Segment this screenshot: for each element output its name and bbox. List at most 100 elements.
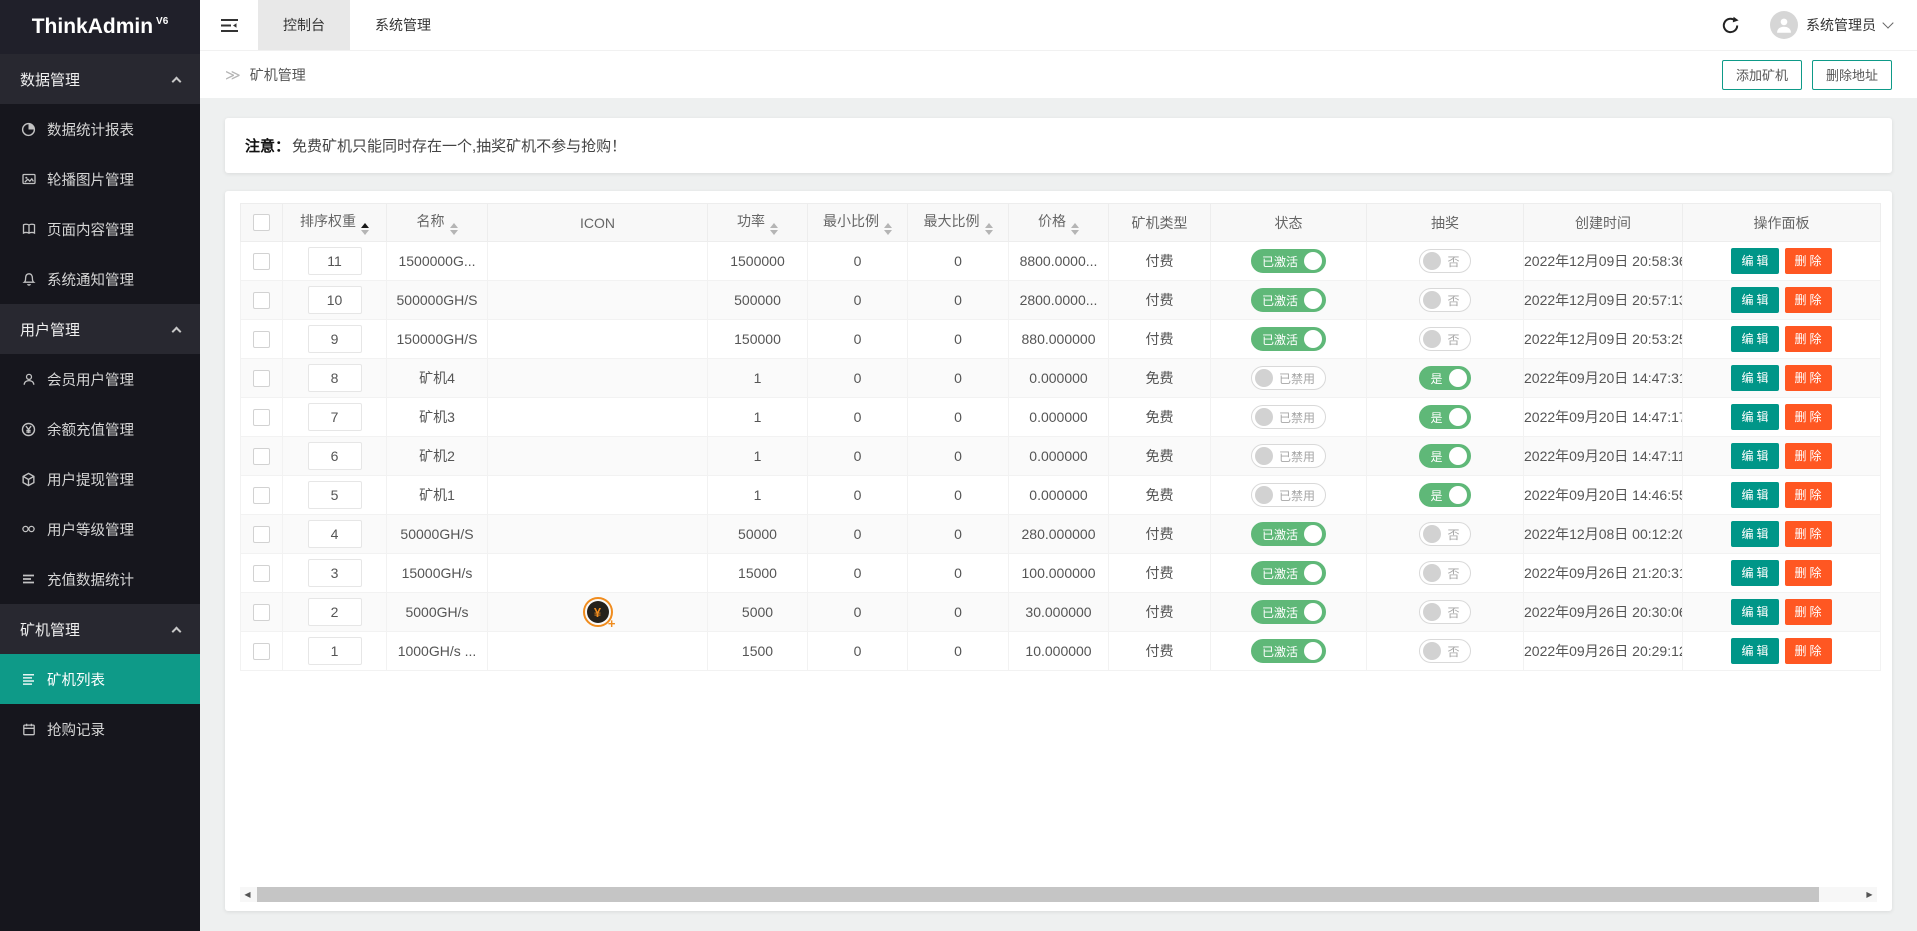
sidebar-item[interactable]: 页面内容管理: [0, 204, 200, 254]
delete-button[interactable]: 删除: [1785, 599, 1832, 625]
collapse-sidebar-icon[interactable]: [200, 0, 258, 50]
sort-weight-input[interactable]: 1: [308, 637, 362, 665]
sort-weight-input[interactable]: 10: [308, 286, 362, 314]
status-toggle[interactable]: 已激活: [1251, 639, 1326, 663]
sidebar-item[interactable]: 用户等级管理: [0, 504, 200, 554]
user-menu[interactable]: 系统管理员: [1770, 11, 1892, 39]
sort-icons[interactable]: [985, 223, 993, 235]
column-header-min_ratio[interactable]: 最小比例: [808, 204, 908, 242]
lottery-toggle[interactable]: 否: [1419, 288, 1470, 312]
delete-button[interactable]: 删除: [1785, 287, 1832, 313]
sidebar-item[interactable]: 抢购记录: [0, 704, 200, 754]
edit-button[interactable]: 编辑: [1731, 482, 1778, 508]
sort-weight-input[interactable]: 8: [308, 364, 362, 392]
sort-icons[interactable]: [450, 223, 458, 235]
sort-icons[interactable]: [884, 223, 892, 235]
row-checkbox[interactable]: [253, 370, 270, 387]
delete-button[interactable]: 删除: [1785, 638, 1832, 664]
edit-button[interactable]: 编辑: [1731, 521, 1778, 547]
lottery-toggle[interactable]: 是: [1419, 483, 1470, 507]
sidebar-section-header[interactable]: 数据管理: [0, 54, 200, 104]
column-header-name[interactable]: 名称: [387, 204, 488, 242]
row-checkbox[interactable]: [253, 526, 270, 543]
lottery-toggle[interactable]: 否: [1419, 249, 1470, 273]
sidebar-item[interactable]: 系统通知管理: [0, 254, 200, 304]
lottery-toggle[interactable]: 否: [1419, 600, 1470, 624]
sidebar-item[interactable]: 会员用户管理: [0, 354, 200, 404]
row-checkbox[interactable]: [253, 448, 270, 465]
lottery-toggle[interactable]: 否: [1419, 522, 1470, 546]
lottery-toggle[interactable]: 是: [1419, 444, 1470, 468]
sidebar-item[interactable]: 数据统计报表: [0, 104, 200, 154]
column-header-max_ratio[interactable]: 最大比例: [908, 204, 1009, 242]
delete-button[interactable]: 删除: [1785, 326, 1832, 352]
edit-button[interactable]: 编辑: [1731, 248, 1778, 274]
sidebar-item[interactable]: 轮播图片管理: [0, 154, 200, 204]
status-toggle[interactable]: 已激活: [1251, 561, 1326, 585]
delete-button[interactable]: 删除: [1785, 365, 1832, 391]
status-toggle[interactable]: 已激活: [1251, 327, 1326, 351]
sort-icons[interactable]: [770, 223, 778, 235]
lottery-toggle[interactable]: 是: [1419, 366, 1470, 390]
status-toggle[interactable]: 已禁用: [1251, 366, 1326, 390]
edit-button[interactable]: 编辑: [1731, 560, 1778, 586]
lottery-toggle[interactable]: 否: [1419, 639, 1470, 663]
sort-weight-input[interactable]: 7: [308, 403, 362, 431]
sort-weight-input[interactable]: 2: [308, 598, 362, 626]
delete-button[interactable]: 删除: [1785, 521, 1832, 547]
edit-button[interactable]: 编辑: [1731, 599, 1778, 625]
sort-weight-input[interactable]: 5: [308, 481, 362, 509]
sort-icons[interactable]: [1071, 223, 1079, 235]
sort-weight-input[interactable]: 3: [308, 559, 362, 587]
edit-button[interactable]: 编辑: [1731, 404, 1778, 430]
column-header-price[interactable]: 价格: [1009, 204, 1109, 242]
sort-icons[interactable]: [361, 223, 369, 235]
sort-weight-input[interactable]: 11: [308, 247, 362, 275]
sidebar-item[interactable]: 矿机列表: [0, 654, 200, 704]
scrollbar-thumb[interactable]: [257, 887, 1819, 902]
status-toggle[interactable]: 已禁用: [1251, 483, 1326, 507]
scroll-right-arrow-icon[interactable]: ▶: [1862, 887, 1877, 902]
delete-button[interactable]: 删除: [1785, 404, 1832, 430]
status-toggle[interactable]: 已激活: [1251, 249, 1326, 273]
select-all-checkbox[interactable]: [253, 214, 270, 231]
row-checkbox[interactable]: [253, 565, 270, 582]
sidebar-item[interactable]: 用户提现管理: [0, 454, 200, 504]
sidebar-section-header[interactable]: 用户管理: [0, 304, 200, 354]
delete-button[interactable]: 删除: [1785, 443, 1832, 469]
status-toggle[interactable]: 已激活: [1251, 288, 1326, 312]
sidebar-item[interactable]: 余额充值管理: [0, 404, 200, 454]
delete-address-button[interactable]: 删除地址: [1812, 60, 1892, 90]
lottery-toggle[interactable]: 是: [1419, 405, 1470, 429]
sidebar-item[interactable]: 充值数据统计: [0, 554, 200, 604]
row-checkbox[interactable]: [253, 331, 270, 348]
edit-button[interactable]: 编辑: [1731, 365, 1778, 391]
row-checkbox[interactable]: [253, 253, 270, 270]
add-miner-button[interactable]: 添加矿机: [1722, 60, 1802, 90]
sidebar-section-header[interactable]: 矿机管理: [0, 604, 200, 654]
row-checkbox[interactable]: [253, 643, 270, 660]
edit-button[interactable]: 编辑: [1731, 326, 1778, 352]
edit-button[interactable]: 编辑: [1731, 443, 1778, 469]
edit-button[interactable]: 编辑: [1731, 638, 1778, 664]
status-toggle[interactable]: 已激活: [1251, 600, 1326, 624]
row-checkbox[interactable]: [253, 409, 270, 426]
sort-weight-input[interactable]: 9: [308, 325, 362, 353]
delete-button[interactable]: 删除: [1785, 248, 1832, 274]
sort-weight-input[interactable]: 6: [308, 442, 362, 470]
delete-button[interactable]: 删除: [1785, 482, 1832, 508]
row-checkbox[interactable]: [253, 604, 270, 621]
lottery-toggle[interactable]: 否: [1419, 327, 1470, 351]
scroll-left-arrow-icon[interactable]: ◀: [240, 887, 255, 902]
column-header-power[interactable]: 功率: [708, 204, 808, 242]
status-toggle[interactable]: 已禁用: [1251, 405, 1326, 429]
refresh-icon[interactable]: [1721, 16, 1740, 35]
tab-system-management[interactable]: 系统管理: [350, 0, 456, 50]
row-checkbox[interactable]: [253, 487, 270, 504]
lottery-toggle[interactable]: 否: [1419, 561, 1470, 585]
column-header-select[interactable]: [241, 204, 283, 242]
sort-weight-input[interactable]: 4: [308, 520, 362, 548]
status-toggle[interactable]: 已激活: [1251, 522, 1326, 546]
status-toggle[interactable]: 已禁用: [1251, 444, 1326, 468]
row-checkbox[interactable]: [253, 292, 270, 309]
